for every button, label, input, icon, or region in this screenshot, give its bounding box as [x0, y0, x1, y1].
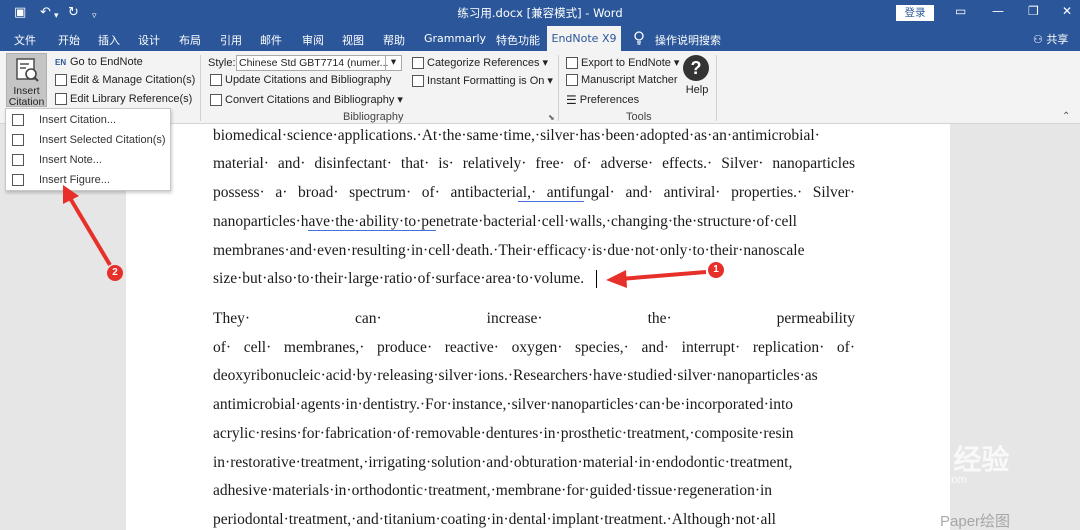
corner-watermark: Paper绘图	[940, 513, 1011, 530]
annotation-badge-1: 1	[708, 262, 724, 278]
watermark-logo: Bai du 经验	[860, 444, 1010, 475]
annotation-arrow-1	[619, 270, 707, 281]
annotation-arrow-2	[68, 196, 112, 267]
arrow-head-1-icon	[606, 270, 627, 288]
watermark-url: jingyan.baidu.com	[878, 474, 967, 486]
annotation-badge-2: 2	[107, 265, 123, 281]
